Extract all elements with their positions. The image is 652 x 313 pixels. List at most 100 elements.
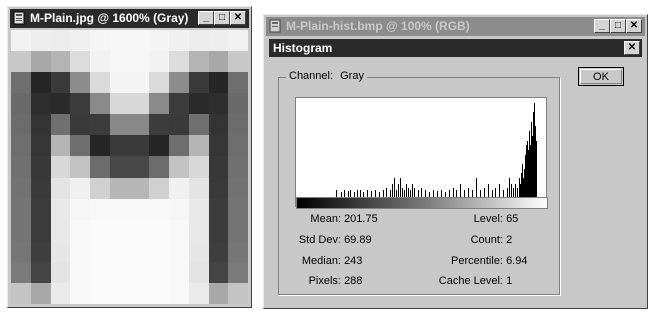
histogram-bar [464, 190, 465, 197]
histogram-image-window-titlebar[interactable]: M-Plain-hist.bmp @ 100% (RGB) _ □ ✕ [266, 17, 645, 36]
histogram-bar [421, 188, 422, 197]
pixel-cell [90, 282, 110, 304]
pixel-cell [169, 30, 189, 52]
stat-percentile: Percentile: 6.94 [415, 255, 527, 267]
minimize-button[interactable]: _ [198, 11, 214, 25]
pixel-cell [30, 93, 51, 115]
pixel-cell [11, 198, 31, 220]
pixel-cell [188, 177, 209, 199]
histogram-bar [402, 188, 403, 197]
histogram-bar [484, 188, 485, 197]
pixel-cell [169, 198, 189, 220]
pixel-cell [50, 282, 71, 304]
pixel-cell [70, 282, 90, 304]
histogram-bar [383, 190, 384, 197]
histogram-bar [503, 190, 504, 197]
pixel-cell [188, 30, 209, 52]
channel-select[interactable]: Gray [340, 70, 364, 82]
pixel-cell [90, 240, 110, 262]
pixel-cell [30, 72, 51, 94]
pixel-cell [109, 93, 130, 115]
pixel-cell [11, 72, 31, 94]
histogram-bar [460, 184, 461, 197]
pixel-cell [11, 135, 31, 157]
histogram-bar [511, 184, 512, 197]
histogram-bar [375, 190, 376, 197]
minimize-button[interactable]: _ [594, 19, 610, 33]
pixel-cell [50, 72, 71, 94]
pixel-cell [30, 282, 51, 304]
pixel-cell [149, 240, 169, 262]
histogram-bar [529, 131, 530, 197]
histogram-dialog-titlebar[interactable]: Histogram ✕ [269, 39, 642, 57]
pixel-cell [188, 93, 209, 115]
histogram-bar [531, 122, 532, 197]
histogram-bar [533, 112, 534, 197]
pixel-cell [169, 240, 189, 262]
pixel-cell [208, 93, 229, 115]
pixel-cell [70, 114, 90, 136]
histogram-bar [515, 184, 516, 197]
close-button[interactable]: ✕ [626, 19, 642, 33]
channel-label: Channel: [289, 70, 334, 82]
histogram-bar [476, 178, 477, 197]
pixel-cell [109, 135, 130, 157]
pixel-cell [228, 51, 248, 73]
pixel-cell [109, 177, 130, 199]
pixel-cell [70, 30, 90, 52]
pixel-cell [188, 72, 209, 94]
pixel-cell [50, 198, 71, 220]
maximize-button[interactable]: □ [610, 19, 626, 33]
pixel-cell [149, 261, 169, 283]
pixel-cell [228, 30, 248, 52]
stat-percentile-value: 6.94 [506, 255, 528, 267]
pixel-cell [129, 51, 150, 73]
histogram-bar [367, 190, 368, 197]
pixel-cell [70, 177, 90, 199]
histogram-bar [453, 188, 454, 197]
pixel-cell [188, 282, 209, 304]
document-icon [13, 11, 25, 25]
histogram-bar [386, 188, 387, 197]
pixel-cell [149, 219, 169, 241]
pixel-cell [228, 282, 248, 304]
pixel-cell [188, 198, 209, 220]
pixel-cell [109, 72, 130, 94]
histogram-bar [522, 164, 523, 197]
ok-button[interactable]: OK [578, 67, 624, 86]
pixel-cell [149, 198, 169, 220]
histogram-bar [521, 173, 522, 197]
pixel-cell [169, 93, 189, 115]
histogram-image-window[interactable]: M-Plain-hist.bmp @ 100% (RGB) _ □ ✕ Hist… [263, 14, 648, 309]
maximize-button[interactable]: □ [214, 11, 230, 25]
pixel-cell [109, 219, 130, 241]
pixel-cell [208, 114, 229, 136]
pixel-cell [109, 51, 130, 73]
histogram-dialog[interactable]: Histogram ✕ Channel: Gray OK Mean: 201.7… [267, 37, 644, 305]
pixel-cell [169, 51, 189, 73]
pixel-cell [129, 261, 150, 283]
pixel-cell [129, 72, 150, 94]
pixel-cell [50, 219, 71, 241]
dialog-close-button[interactable]: ✕ [624, 41, 640, 55]
pixel-cell [50, 156, 71, 178]
histogram-bar [410, 190, 411, 197]
pixel-cell [208, 51, 229, 73]
image-window-titlebar[interactable]: M-Plain.jpg @ 1600% (Gray) _ □ ✕ [10, 9, 249, 28]
close-button[interactable]: ✕ [230, 11, 246, 25]
histogram-bar [404, 190, 405, 197]
pixel-cell [149, 156, 169, 178]
pixel-cell [30, 261, 51, 283]
pixel-cell [169, 177, 189, 199]
document-icon [269, 19, 281, 33]
pixel-cell [208, 282, 229, 304]
stat-level-label: Level: [473, 213, 503, 225]
pixel-grid [11, 30, 248, 304]
histogram-plot[interactable] [295, 97, 547, 207]
image-window[interactable]: M-Plain.jpg @ 1600% (Gray) _ □ ✕ [7, 6, 252, 308]
pixel-cell [109, 114, 130, 136]
image-canvas[interactable] [11, 30, 248, 304]
pixel-cell [208, 219, 229, 241]
histogram-bar [408, 188, 409, 197]
stat-pixels-value: 288 [344, 275, 363, 287]
